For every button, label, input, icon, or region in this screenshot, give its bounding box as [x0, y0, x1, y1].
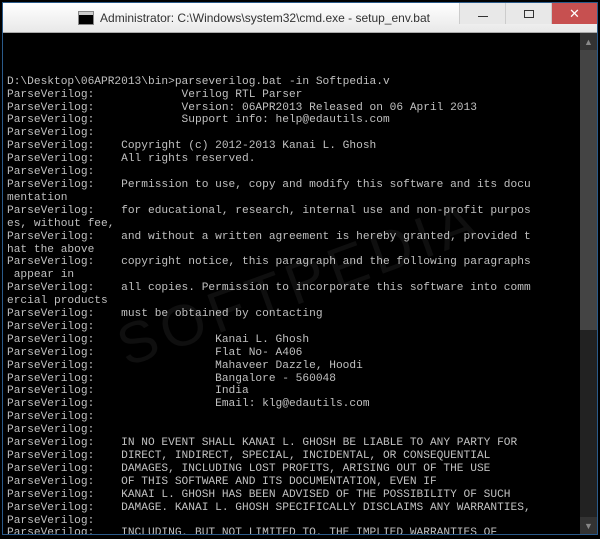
- console-line: ParseVerilog:: [7, 166, 591, 179]
- console-output: SOFTPEDIA D:\Desktop\06APR2013\bin>parse…: [3, 33, 597, 534]
- scroll-track[interactable]: [580, 50, 597, 517]
- console-line: ParseVerilog: DAMAGE. KANAI L. GHOSH SPE…: [7, 502, 591, 515]
- cmd-icon: [78, 11, 94, 25]
- window-title: Administrator: C:\Windows\system32\cmd.e…: [100, 11, 430, 25]
- console-line: ParseVerilog:: [7, 515, 591, 528]
- console-line: ParseVerilog: Permission to use, copy an…: [7, 179, 591, 192]
- window-controls: ✕: [459, 3, 597, 32]
- title-center: Administrator: C:\Windows\system32\cmd.e…: [49, 11, 459, 25]
- vertical-scrollbar[interactable]: ▲ ▼: [580, 33, 597, 534]
- console-line: ParseVerilog:: [7, 127, 591, 140]
- console-line: ParseVerilog: and without a written agre…: [7, 231, 591, 244]
- minimize-button[interactable]: [459, 3, 505, 24]
- console-line: ParseVerilog: Kanai L. Ghosh: [7, 334, 591, 347]
- console-line: ParseVerilog: Flat No- A406: [7, 347, 591, 360]
- console-line: ercial products: [7, 295, 591, 308]
- console-line: ParseVerilog: Copyright (c) 2012-2013 Ka…: [7, 140, 591, 153]
- console-line: ParseVerilog: must be obtained by contac…: [7, 308, 591, 321]
- console-line: D:\Desktop\06APR2013\bin>parseverilog.ba…: [7, 76, 591, 89]
- titlebar[interactable]: Administrator: C:\Windows\system32\cmd.e…: [3, 3, 597, 33]
- scroll-down-arrow[interactable]: ▼: [580, 517, 597, 534]
- console-line: ParseVerilog: Verilog RTL Parser: [7, 89, 591, 102]
- console-line: ParseVerilog:: [7, 424, 591, 437]
- console-line: ParseVerilog: for educational, research,…: [7, 205, 591, 218]
- console-line: appear in: [7, 269, 591, 282]
- console-line: ParseVerilog: DAMAGES, INCLUDING LOST PR…: [7, 463, 591, 476]
- console-line: mentation: [7, 192, 591, 205]
- console-line: ParseVerilog: KANAI L. GHOSH HAS BEEN AD…: [7, 489, 591, 502]
- console-line: ParseVerilog: OF THIS SOFTWARE AND ITS D…: [7, 476, 591, 489]
- scroll-up-arrow[interactable]: ▲: [580, 33, 597, 50]
- console-line: ParseVerilog: Mahaveer Dazzle, Hoodi: [7, 360, 591, 373]
- console-line: hat the above: [7, 244, 591, 257]
- console-line: ParseVerilog: Bangalore - 560048: [7, 373, 591, 386]
- console-line: ParseVerilog: IN NO EVENT SHALL KANAI L.…: [7, 437, 591, 450]
- maximize-button[interactable]: [505, 3, 551, 24]
- console-line: ParseVerilog: All rights reserved.: [7, 153, 591, 166]
- console-line: ParseVerilog: all copies. Permission to …: [7, 282, 591, 295]
- console-line: ParseVerilog: Email: klg@edautils.com: [7, 398, 591, 411]
- console-line: ParseVerilog: INCLUDING, BUT NOT LIMITED…: [7, 527, 591, 534]
- console-line: ParseVerilog: copyright notice, this par…: [7, 256, 591, 269]
- scroll-thumb[interactable]: [580, 50, 597, 330]
- console-line: ParseVerilog:: [7, 321, 591, 334]
- console-line: ParseVerilog: Support info: help@edautil…: [7, 114, 591, 127]
- console-line: ParseVerilog: India: [7, 385, 591, 398]
- console-line: es, without fee,: [7, 218, 591, 231]
- console-line: ParseVerilog: Version: 06APR2013 Release…: [7, 102, 591, 115]
- console-line: ParseVerilog: DIRECT, INDIRECT, SPECIAL,…: [7, 450, 591, 463]
- close-button[interactable]: ✕: [551, 3, 597, 24]
- console-line: ParseVerilog:: [7, 411, 591, 424]
- cmd-window: Administrator: C:\Windows\system32\cmd.e…: [2, 2, 598, 535]
